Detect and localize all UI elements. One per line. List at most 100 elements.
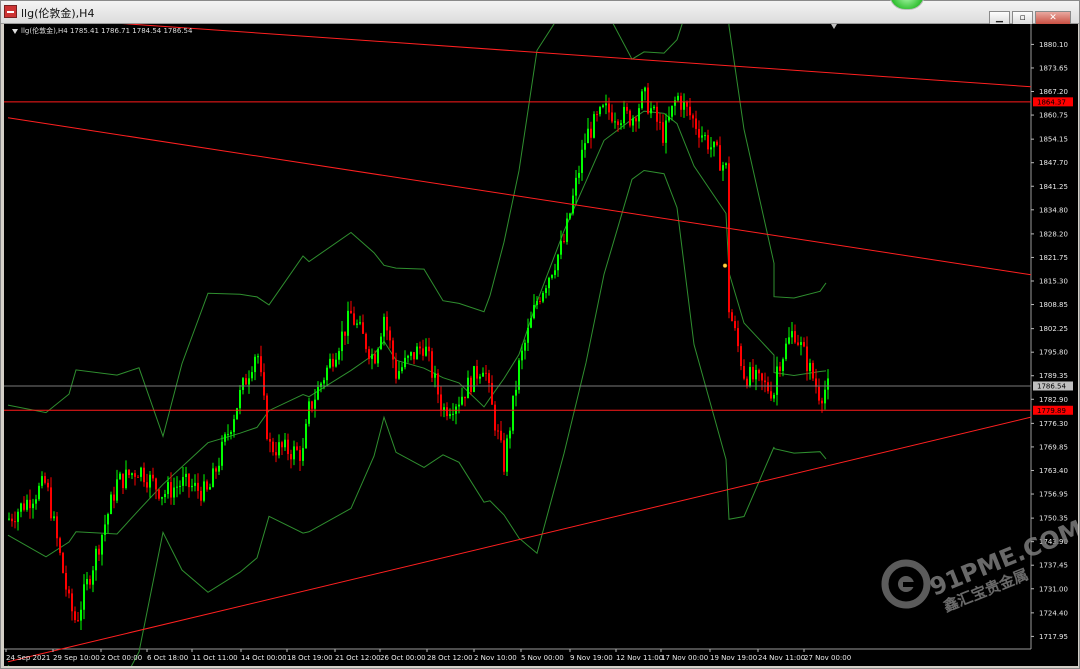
candle-body bbox=[326, 367, 328, 381]
candle bbox=[176, 476, 178, 498]
candle bbox=[455, 403, 457, 425]
candle bbox=[497, 424, 499, 440]
x-tick-label: 19 Nov 19:00 bbox=[710, 654, 757, 662]
candle bbox=[593, 111, 595, 139]
candle-body bbox=[122, 473, 124, 489]
candle bbox=[545, 285, 547, 299]
candle-body bbox=[539, 301, 541, 303]
chart-canvas[interactable]: 1880.10 1873.65 1867.20 1860.75 1854.15 1847.… bbox=[4, 24, 1078, 666]
candle-body bbox=[626, 106, 628, 111]
candle bbox=[116, 469, 118, 504]
candle bbox=[95, 545, 97, 581]
candle bbox=[776, 356, 778, 406]
candle bbox=[794, 324, 796, 344]
candle bbox=[665, 113, 667, 154]
candle-body bbox=[125, 469, 127, 489]
candle-body bbox=[797, 342, 799, 345]
x-tick-label: 9 Nov 19:00 bbox=[570, 654, 613, 662]
candle-body bbox=[593, 114, 595, 138]
candle bbox=[674, 96, 676, 116]
bollinger-upper-band bbox=[7, 24, 827, 439]
candle bbox=[92, 566, 94, 593]
candle bbox=[41, 471, 43, 489]
candle-body bbox=[521, 350, 523, 361]
candle bbox=[461, 387, 463, 406]
candle-body bbox=[113, 494, 115, 501]
candle bbox=[317, 381, 319, 401]
candle-body bbox=[185, 473, 187, 478]
candle-body bbox=[575, 177, 577, 196]
candle bbox=[587, 117, 589, 144]
candle bbox=[554, 263, 556, 279]
candle bbox=[803, 337, 805, 348]
y-tick-label: 1880.10 bbox=[1039, 41, 1068, 49]
candle bbox=[824, 380, 826, 410]
candle bbox=[728, 156, 730, 319]
candle-body bbox=[134, 473, 136, 477]
candle bbox=[398, 361, 400, 380]
candle-body bbox=[566, 218, 568, 242]
candle-body bbox=[647, 87, 649, 114]
candle bbox=[59, 536, 61, 556]
candle bbox=[305, 418, 307, 450]
candle-body bbox=[677, 95, 679, 101]
candle bbox=[395, 352, 397, 384]
x-tick-label: 11 Oct 11:00 bbox=[192, 654, 238, 662]
dropdown-triangle-icon[interactable] bbox=[12, 28, 18, 34]
candle-body bbox=[452, 413, 454, 415]
candle-body bbox=[536, 301, 538, 305]
x-tick-label: 18 Oct 19:00 bbox=[287, 654, 333, 662]
candle-body bbox=[827, 378, 829, 390]
candle bbox=[212, 462, 214, 488]
candle-body bbox=[230, 432, 232, 435]
candle bbox=[233, 414, 235, 438]
candle-body bbox=[194, 482, 196, 486]
candle bbox=[35, 494, 37, 510]
candle bbox=[38, 482, 40, 502]
candle-body bbox=[221, 441, 223, 466]
candle bbox=[647, 82, 649, 115]
price-chart[interactable]: 1880.10 1873.65 1867.20 1860.75 1854.15 1847.… bbox=[4, 24, 1078, 666]
candle-body bbox=[224, 434, 226, 442]
candle-body bbox=[362, 322, 364, 334]
candle-body bbox=[791, 331, 793, 338]
candle bbox=[584, 133, 586, 158]
candle-body bbox=[731, 312, 733, 322]
candle bbox=[107, 512, 109, 534]
candle-body bbox=[212, 468, 214, 488]
candle bbox=[404, 350, 406, 370]
candle-body bbox=[116, 479, 118, 501]
candle-body bbox=[638, 108, 640, 122]
candle-body bbox=[173, 487, 175, 498]
x-tick-label: 28 Oct 12:00 bbox=[427, 654, 473, 662]
candle-body bbox=[767, 382, 769, 392]
candle-body bbox=[428, 346, 430, 352]
candle bbox=[761, 372, 763, 391]
candle-body bbox=[8, 518, 10, 520]
candle-body bbox=[53, 516, 55, 519]
candle-body bbox=[188, 473, 190, 488]
candle bbox=[677, 92, 679, 103]
candle-body bbox=[776, 366, 778, 395]
candle-body bbox=[155, 478, 157, 490]
y-tick-label: 1717.95 bbox=[1039, 633, 1068, 641]
candle-body bbox=[86, 578, 88, 585]
candle-body bbox=[719, 145, 721, 171]
candle bbox=[98, 544, 100, 562]
candle-body bbox=[620, 123, 622, 126]
candle-body bbox=[251, 372, 253, 379]
candle-body bbox=[284, 439, 286, 448]
candle-body bbox=[785, 343, 787, 360]
candle bbox=[275, 442, 277, 463]
candle bbox=[425, 338, 427, 357]
candle-body bbox=[512, 395, 514, 431]
candle-body bbox=[149, 474, 151, 488]
candle bbox=[668, 106, 670, 123]
chart-window-icon bbox=[4, 5, 17, 18]
candle-body bbox=[350, 310, 352, 314]
candle-body bbox=[95, 548, 97, 571]
candle bbox=[464, 396, 466, 407]
candle bbox=[575, 170, 577, 206]
candle-body bbox=[737, 328, 739, 347]
candle bbox=[287, 433, 289, 461]
